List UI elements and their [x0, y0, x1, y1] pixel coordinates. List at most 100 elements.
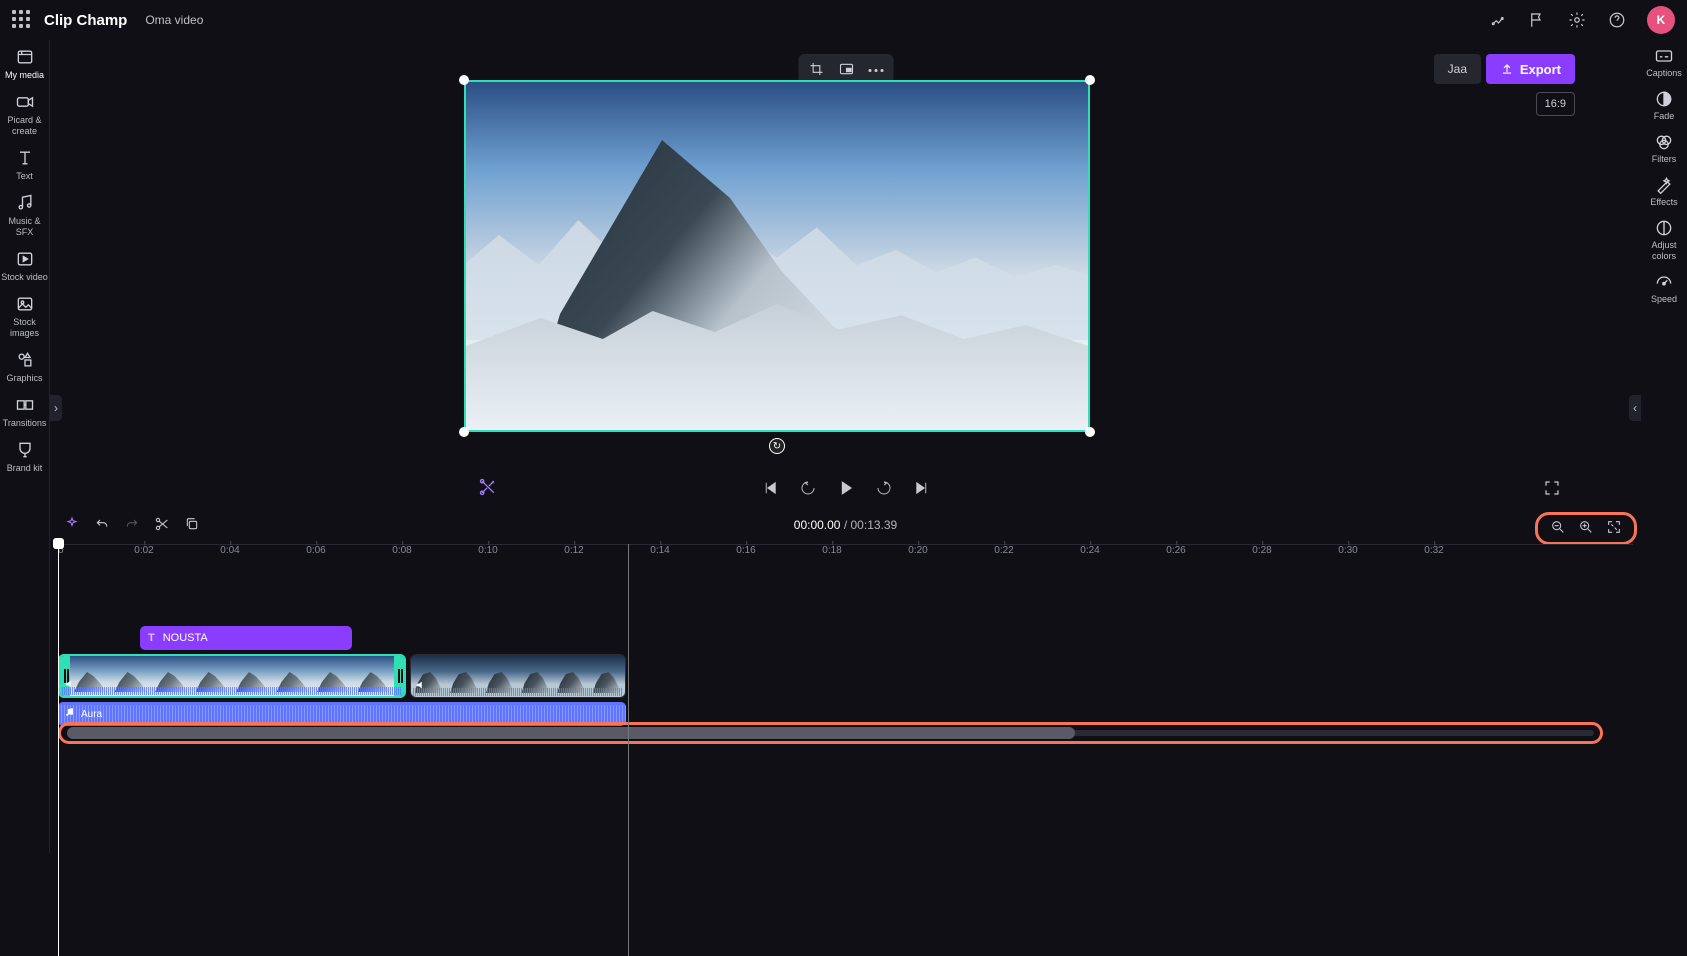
stock-video-icon	[14, 248, 36, 270]
upgrade-icon[interactable]	[1483, 6, 1511, 34]
timeline-scrollbar[interactable]	[58, 722, 1603, 744]
seek-forward-icon[interactable]	[875, 479, 893, 500]
resize-handle-br[interactable]	[1085, 427, 1095, 437]
clip-waveform	[62, 687, 402, 695]
rightbar-item-fade[interactable]: Fade	[1641, 89, 1687, 122]
export-button-label: Export	[1520, 62, 1561, 77]
timeline-tracks: NOUSTA Aura	[58, 566, 1633, 756]
timeline-panel: 00:00.00 / 00:13.39 00:020:040:060:080:1…	[50, 510, 1641, 853]
auto-trim-button[interactable]	[478, 477, 498, 500]
rightbar-item-filters[interactable]: Filters	[1641, 132, 1687, 165]
scrollbar-thumb[interactable]	[67, 727, 1075, 739]
brand-name: Clip Champ	[44, 12, 127, 29]
split-icon[interactable]	[154, 516, 170, 535]
skip-start-icon[interactable]	[761, 479, 779, 500]
ruler-tick: 0:18	[822, 545, 841, 556]
sidebar-item-stock-video[interactable]: Stock video	[1, 248, 49, 283]
ruler-tick: 0:16	[736, 545, 755, 556]
transitions-icon	[14, 394, 36, 416]
resize-handle-tr[interactable]	[1085, 75, 1095, 85]
ruler-tick: 0:06	[306, 545, 325, 556]
timeline-text-clip[interactable]: NOUSTA	[140, 626, 352, 650]
clip-audio-icon[interactable]	[415, 679, 427, 694]
ai-sparkle-icon[interactable]	[64, 516, 80, 535]
sidebar-item-brand-kit[interactable]: Brand kit	[1, 439, 49, 474]
effects-icon	[1654, 175, 1674, 195]
play-icon[interactable]	[837, 479, 855, 500]
zoom-out-icon[interactable]	[1550, 519, 1566, 538]
help-icon[interactable]	[1603, 6, 1631, 34]
scrollbar-track[interactable]	[67, 730, 1594, 736]
sidebar-item-graphics[interactable]: Graphics	[1, 349, 49, 384]
image-icon	[14, 293, 36, 315]
project-title[interactable]: Oma video	[145, 13, 203, 27]
avatar[interactable]: K	[1647, 6, 1675, 34]
timeline-video-clip[interactable]	[410, 654, 626, 698]
sidebar-item-label: Text	[16, 171, 33, 182]
timeline-ruler[interactable]: 00:020:040:060:080:100:120:140:160:180:2…	[58, 544, 1633, 566]
sidebar-item-music[interactable]: Music & SFX	[1, 192, 49, 238]
sidebar-item-record[interactable]: Picard & create	[1, 91, 49, 137]
rightbar-item-adjust[interactable]: Adjust colors	[1641, 218, 1687, 262]
filters-icon	[1654, 132, 1674, 152]
text-clip-label: NOUSTA	[163, 632, 208, 644]
crop-icon[interactable]	[808, 61, 824, 80]
share-button[interactable]: Jaa	[1434, 54, 1481, 84]
top-bar: Clip Champ Oma video K	[0, 0, 1687, 40]
timeline-cursor-line	[628, 544, 629, 956]
gear-icon[interactable]	[1563, 6, 1591, 34]
audio-clip-label: Aura	[81, 709, 102, 720]
ruler-tick: 0:32	[1424, 545, 1443, 556]
duplicate-icon[interactable]	[184, 516, 200, 535]
clip-audio-icon[interactable]	[64, 678, 76, 693]
sidebar-item-stock-images[interactable]: Stock images	[1, 293, 49, 339]
preview-canvas[interactable]	[464, 80, 1090, 432]
zoom-fit-icon[interactable]	[1606, 519, 1622, 538]
text-icon	[14, 147, 36, 169]
seek-back-icon[interactable]	[799, 479, 817, 500]
sidebar-item-label: Brand kit	[7, 463, 43, 474]
timeline-timecode: 00:00.00 / 00:13.39	[794, 518, 897, 532]
sidebar-item-my-media[interactable]: My media	[1, 46, 49, 81]
fullscreen-icon[interactable]	[1543, 479, 1561, 500]
timeline-video-clip-selected[interactable]	[58, 654, 406, 698]
speed-icon	[1654, 272, 1674, 292]
rightbar-item-captions[interactable]: Captions	[1641, 46, 1687, 79]
sidebar-item-transitions[interactable]: Transitions	[1, 394, 49, 429]
sidebar-item-label: Stock video	[1, 272, 48, 283]
rightbar-item-label: Adjust colors	[1641, 240, 1687, 262]
timeline-toolbar: 00:00.00 / 00:13.39	[50, 510, 1641, 540]
aspect-ratio-button[interactable]: 16:9	[1536, 92, 1575, 116]
audio-clip-icon	[64, 707, 75, 721]
rightbar-item-label: Filters	[1652, 154, 1677, 165]
rightbar-item-label: Captions	[1646, 68, 1682, 79]
sidebar-item-label: Transitions	[3, 418, 47, 429]
pip-icon[interactable]	[838, 61, 854, 80]
camera-icon	[14, 91, 36, 113]
rightbar-item-label: Speed	[1651, 294, 1677, 305]
rightbar-item-effects[interactable]: Effects	[1641, 175, 1687, 208]
rotate-handle[interactable]	[769, 438, 785, 454]
captions-icon	[1654, 46, 1674, 66]
flag-icon[interactable]	[1523, 6, 1551, 34]
timeline-zoom-controls	[1535, 512, 1637, 545]
shapes-icon	[14, 349, 36, 371]
redo-icon[interactable]	[124, 516, 140, 535]
rightbar-item-label: Effects	[1650, 197, 1677, 208]
selected-clip-preview[interactable]	[464, 80, 1090, 432]
sidebar-item-text[interactable]: Text	[1, 147, 49, 182]
playhead[interactable]	[58, 540, 59, 956]
resize-handle-tl[interactable]	[459, 75, 469, 85]
skip-end-icon[interactable]	[913, 479, 931, 500]
rightbar-item-speed[interactable]: Speed	[1641, 272, 1687, 305]
sidebar-item-label: Music & SFX	[1, 216, 49, 238]
preview-stage: Jaa Export 16:9	[50, 40, 1641, 510]
export-button[interactable]: Export	[1486, 54, 1575, 84]
undo-icon[interactable]	[94, 516, 110, 535]
ruler-tick: 0:20	[908, 545, 927, 556]
resize-handle-bl[interactable]	[459, 427, 469, 437]
more-icon[interactable]	[868, 69, 883, 72]
zoom-in-icon[interactable]	[1578, 519, 1594, 538]
app-launcher-icon[interactable]	[12, 10, 32, 30]
ruler-tick: 0:12	[564, 545, 583, 556]
